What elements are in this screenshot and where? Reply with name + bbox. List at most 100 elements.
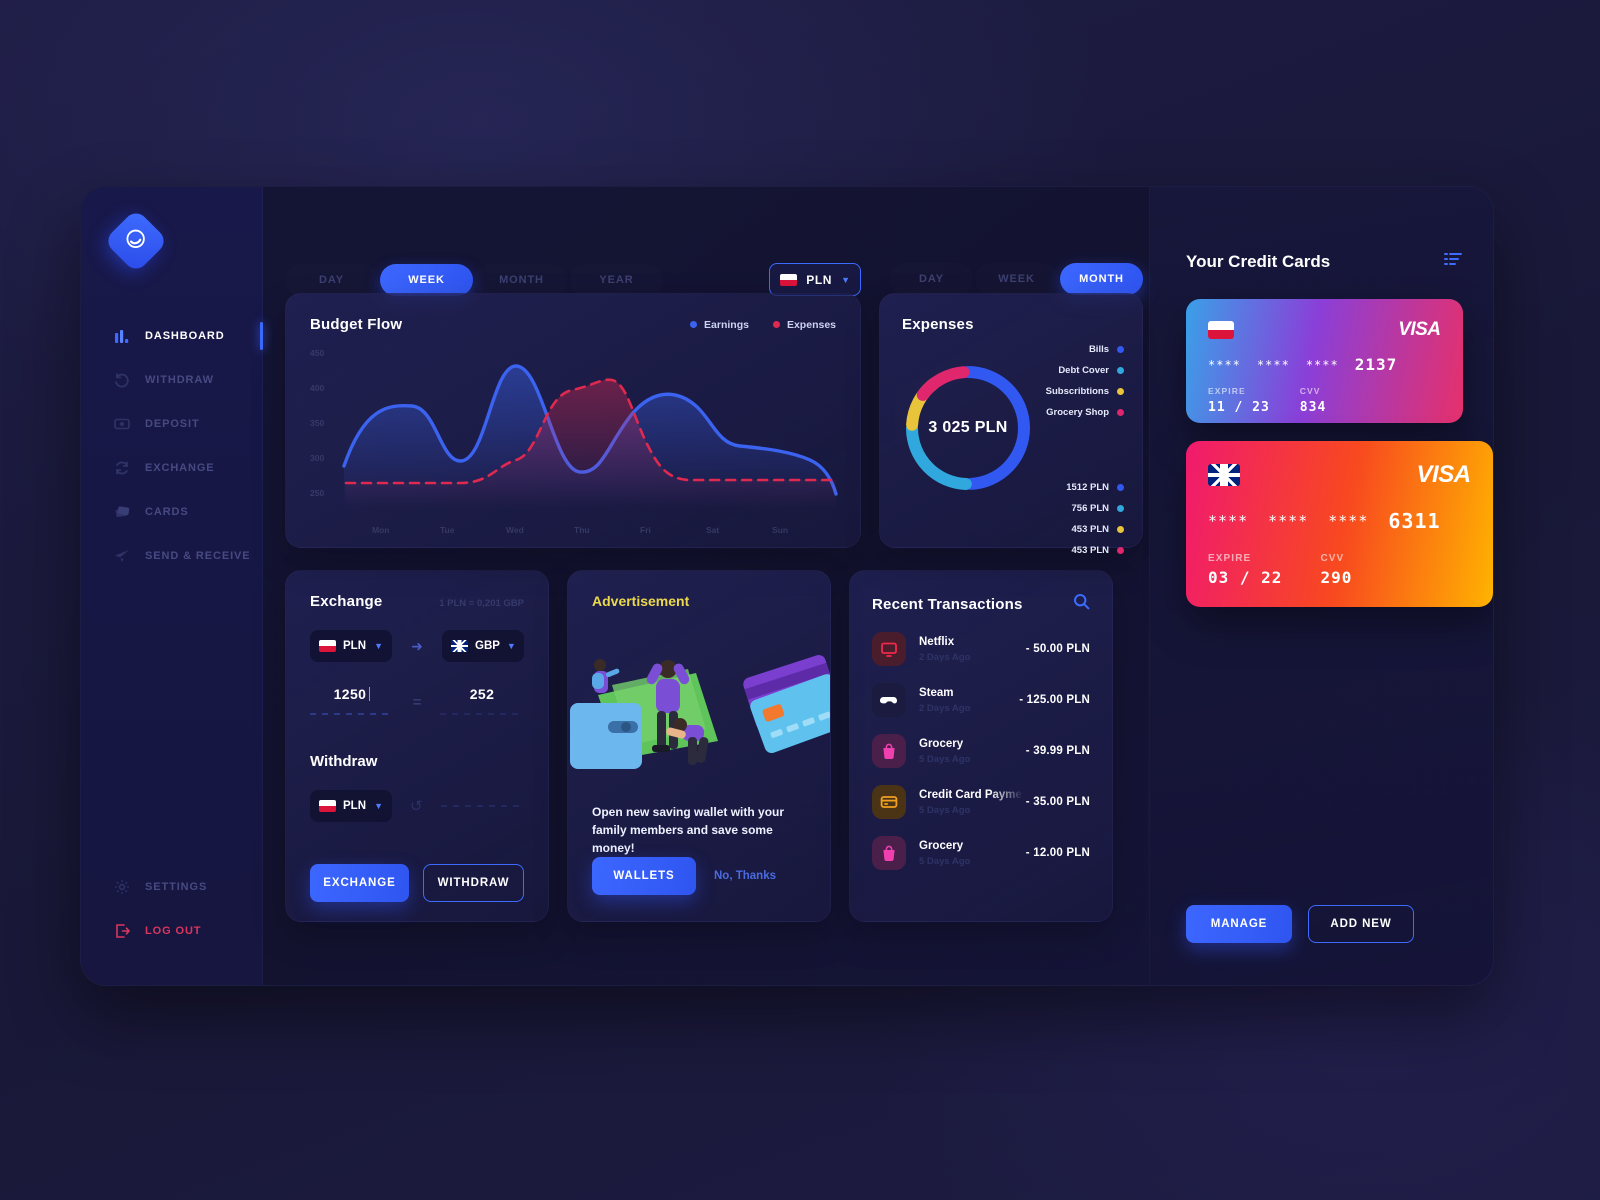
sidebar-item-deposit[interactable]: DEPOSIT [81,402,262,446]
x-tick-mon: Mon [372,525,390,535]
transaction-name: Netflix [919,635,955,648]
card-expire: EXPIRE 11 / 23 [1208,386,1270,415]
transaction-row[interactable]: Grocery 5 Days Ago - 39.99 PLN [872,734,1090,768]
withdraw-title: Withdraw [310,753,378,770]
sidebar-item-logout[interactable]: LOG OUT [81,909,262,953]
shopping-bag-icon [872,836,906,870]
wallets-button[interactable]: WALLETS [592,857,696,895]
send-plane-icon [113,547,131,565]
credit-card-2[interactable]: VISA **** **** **** 6311 EXPIRE 03 / 22 … [1186,441,1493,607]
transaction-info: Grocery 5 Days Ago [919,840,1023,867]
exchange-to-select[interactable]: GBP ▼ [442,630,524,662]
budget-flow-title: Budget Flow [310,316,403,333]
sidebar-item-send-receive[interactable]: SEND & RECEIVE [81,534,262,578]
transaction-row[interactable]: Netflix 2 Days Ago - 50.00 PLN [872,632,1090,666]
manage-cards-button[interactable]: MANAGE [1186,905,1292,943]
transaction-row[interactable]: Grocery 5 Days Ago - 12.00 PLN [872,836,1090,870]
advertisement-body: Open new saving wallet with your family … [592,805,785,855]
card-number-mask: **** [1208,512,1249,530]
exp-tab-day[interactable]: DAY [890,263,973,295]
exchange-from-amount-field[interactable]: 1250 [310,686,394,715]
search-icon[interactable] [1073,593,1090,615]
sidebar-item-label: SETTINGS [145,881,208,893]
sidebar-item-label: WITHDRAW [145,374,214,386]
credit-cards-title: Your Credit Cards [1186,251,1331,271]
transaction-info: Grocery 5 Days Ago [919,738,1023,765]
tv-icon [872,632,906,666]
credit-card-1[interactable]: VISA **** **** **** 2137 EXPIRE 11 / 23 … [1186,299,1463,423]
card-expire-label: EXPIRE [1208,386,1246,396]
poland-flag-icon [1208,321,1234,339]
field-underline [310,713,394,715]
value-label: 756 PLN [1071,503,1110,514]
sidebar-item-label: LOG OUT [145,925,202,937]
transaction-amount: - 35.00 PLN [1025,796,1090,808]
expenses-legend: Bills Debt Cover Subscribtions Grocery S… [1046,344,1124,428]
expenses-legend-item: Subscribtions [1046,386,1124,397]
sidebar-item-label: SEND & RECEIVE [145,550,251,562]
no-thanks-link[interactable]: No, Thanks [714,870,776,882]
credit-card-icon [872,785,906,819]
sidebar-item-exchange[interactable]: EXCHANGE [81,446,262,490]
undo-arrow-icon [113,371,131,389]
legend-dot-icon [1117,367,1124,374]
withdraw-button[interactable]: WITHDRAW [423,864,524,902]
transaction-amount: - 12.00 PLN [1025,847,1090,859]
exchange-to-amount: 252 [469,686,495,702]
currency-select-value: PLN [806,272,833,287]
exchange-from-value: PLN [343,640,366,652]
expenses-legend-item: Debt Cover [1046,365,1124,376]
withdraw-amount-field[interactable] [440,805,524,807]
card-cvv-value: 290 [1320,568,1353,587]
advertisement-actions: WALLETS No, Thanks [592,857,806,895]
sidebar-item-label: EXCHANGE [145,462,215,474]
sidebar-item-cards[interactable]: CARDS [81,490,262,534]
exchange-from-select[interactable]: PLN ▼ [310,630,392,662]
visa-logo: VISA [1416,461,1472,488]
refresh-icon[interactable]: ↺ [410,797,423,815]
transaction-row[interactable]: Credit Card Payment 5 Days Ago - 35.00 P… [872,785,1090,819]
sidebar-item-settings[interactable]: SETTINGS [81,865,262,909]
tab-week[interactable]: WEEK [380,263,473,296]
expenses-value-item: 756 PLN [1066,503,1124,514]
y-tick-350: 350 [310,418,325,428]
transaction-info: Credit Card Payment 5 Days Ago [919,789,1023,816]
exchange-from-amount: 1250 [333,686,367,702]
tab-day[interactable]: DAY [285,264,378,296]
transactions-header: Recent Transactions [872,593,1090,615]
chevron-down-icon: ▼ [841,274,850,285]
expenses-value-item: 453 PLN [1066,524,1124,535]
transaction-date: 2 Days Ago [919,651,971,663]
exp-tab-week[interactable]: WEEK [975,263,1058,295]
transaction-name: Grocery [919,737,964,750]
equals-sign: = [412,694,422,711]
y-tick-250: 250 [310,488,325,498]
add-new-card-button[interactable]: ADD NEW [1308,905,1414,943]
expenses-legend-item: Bills [1046,344,1124,355]
sidebar-item-withdraw[interactable]: WITHDRAW [81,358,262,402]
currency-select[interactable]: PLN ▼ [769,263,861,296]
tab-year[interactable]: YEAR [570,264,663,296]
arrow-right-icon: ➜ [411,637,423,654]
transaction-date: 2 Days Ago [919,702,971,714]
exchange-button[interactable]: EXCHANGE [310,864,409,902]
exp-tab-month[interactable]: MONTH [1060,263,1143,295]
sort-lines-icon[interactable] [1443,251,1463,272]
budget-period-tabs: DAY WEEK MONTH YEAR [285,263,663,296]
withdraw-currency-select[interactable]: PLN ▼ [310,790,392,822]
tab-month[interactable]: MONTH [475,264,568,296]
transaction-row[interactable]: Steam 2 Days Ago - 125.00 PLN [872,683,1090,717]
app-logo[interactable] [103,208,169,274]
expenses-title: Expenses [902,316,974,333]
refresh-circle-icon [113,459,131,477]
legend-dot-icon [1117,346,1124,353]
exchange-to-amount-field[interactable]: 252 [440,686,524,715]
sidebar-item-dashboard[interactable]: DASHBOARD [81,314,263,358]
x-tick-thu: Thu [574,525,590,535]
visa-logo: VISA [1398,319,1441,340]
field-underline [440,713,524,715]
card-meta: EXPIRE 03 / 22 CVV 290 [1208,553,1471,587]
withdraw-row: PLN ▼ ↺ [310,790,524,822]
card-number-mask: **** [1208,357,1241,372]
x-tick-tue: Tue [440,525,455,535]
